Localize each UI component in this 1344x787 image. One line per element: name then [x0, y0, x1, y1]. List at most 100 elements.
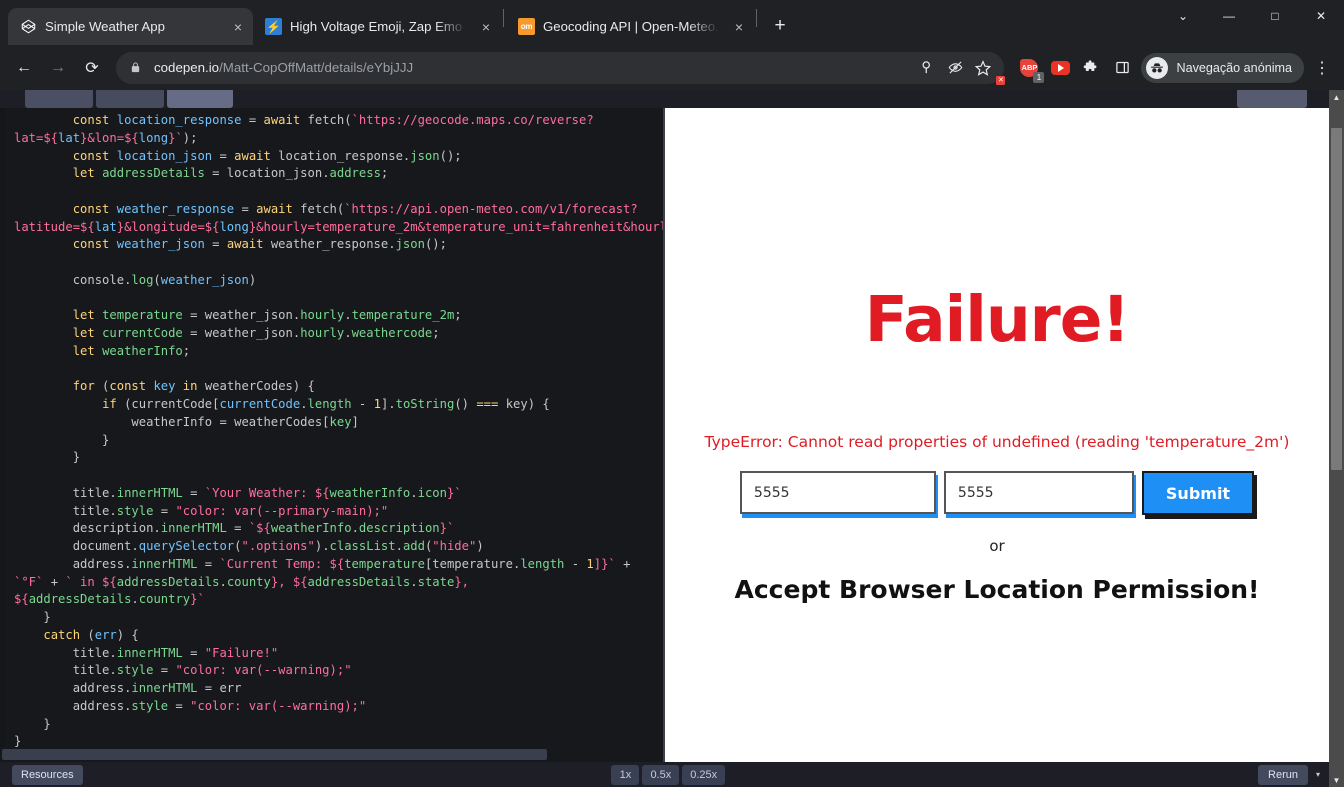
zoom-1x-button[interactable]: 1x [611, 764, 640, 785]
tab-close-icon[interactable]: × [475, 16, 497, 38]
code-editor-pane[interactable]: const location_response = await fetch(`h… [0, 108, 663, 762]
incognito-icon [1146, 56, 1169, 79]
code-line: let addressDetails = location_json.addre… [72, 166, 389, 181]
tab-strip: Simple Weather App × ⚡ High Voltage Emoj… [0, 0, 1344, 45]
code-line: document.querySelector(".options").class… [14, 539, 484, 553]
profile-incognito-button[interactable]: Navegação anónima [1141, 52, 1304, 83]
lock-icon[interactable] [130, 61, 144, 74]
browser-tab-simple-weather-app[interactable]: Simple Weather App × [8, 8, 253, 45]
code-line: weatherInfo = weatherCodes[key] [14, 414, 359, 429]
code-line: } [14, 450, 81, 465]
omnibox-actions: ✕ [908, 59, 1006, 85]
back-icon[interactable]: ← [8, 52, 40, 84]
codepen-icon [20, 18, 37, 35]
page-title: Failure! [864, 283, 1130, 356]
emoji-icon: ⚡ [265, 18, 282, 35]
url-domain: codepen.io [154, 60, 220, 75]
editor-tab-html[interactable] [25, 90, 93, 108]
code-line: if (currentCode[currentCode.length - 1].… [102, 397, 550, 411]
tab-close-icon[interactable]: × [227, 16, 249, 38]
maximize-icon[interactable]: □ [1252, 0, 1298, 32]
bookmark-star-icon[interactable] [974, 59, 992, 77]
url-path: /Matt-CopOffMatt/details/eYbjJJJ [219, 60, 414, 75]
profile-label: Navegação anónima [1176, 60, 1292, 75]
code-line: const location_response = await fetch(`h… [72, 113, 594, 127]
editor-tab-strip [0, 90, 1329, 108]
new-tab-button[interactable]: + [765, 11, 795, 41]
code-line: const location_json = await location_res… [72, 148, 462, 163]
submit-button[interactable]: Submit [1141, 471, 1255, 515]
editor-gutter [0, 108, 5, 762]
forward-icon[interactable]: → [42, 52, 74, 84]
editor-preview-split: const location_response = await fetch(`h… [0, 108, 1329, 762]
code-line: address.innerHTML = `Current Temp: ${tem… [14, 556, 631, 571]
code-line: } [14, 432, 110, 447]
rerun-button[interactable]: Rerun [1258, 764, 1308, 785]
browser-tab-high-voltage-emoji[interactable]: ⚡ High Voltage Emoji, Zap Emo × [253, 8, 501, 45]
location-form: Submit [739, 471, 1255, 515]
code-line: let temperature = weather_json.hourly.te… [72, 308, 462, 323]
rerun-group: Rerun ▾ [1258, 764, 1325, 785]
code-line: address.innerHTML = err [14, 681, 242, 695]
page-scrollbar-thumb[interactable] [1331, 128, 1342, 470]
page-viewport: const location_response = await fetch(`h… [0, 90, 1344, 787]
latitude-input[interactable] [739, 471, 936, 514]
minimize-icon[interactable]: — [1206, 0, 1252, 32]
tab-close-icon[interactable]: × [728, 16, 750, 38]
page-scrollbar[interactable]: ▲ ▼ [1329, 90, 1344, 787]
scroll-up-icon[interactable]: ▲ [1329, 90, 1344, 104]
reload-icon[interactable]: ⟳ [76, 52, 108, 84]
editor-tab-css[interactable] [96, 90, 164, 108]
zoom-0.25x-button[interactable]: 0.25x [682, 764, 726, 785]
cookie-blocked-icon[interactable]: ✕ [918, 59, 1006, 85]
extensions-bar: ABP 1 [1018, 57, 1133, 83]
code-line: address.style = "color: var(--warning);" [14, 698, 367, 713]
code-line: } [14, 716, 51, 731]
code-line: latitude=${lat}&longitude=${long}&hourly… [14, 219, 663, 234]
browser-tab-geocoding-api[interactable]: om Geocoding API | Open-Meteo.co × [506, 8, 754, 45]
longitude-input[interactable] [943, 471, 1134, 514]
tab-title: High Voltage Emoji, Zap Emo [290, 19, 463, 34]
browser-menu-icon[interactable]: ⋮ [1308, 52, 1336, 84]
code-line: let weatherInfo; [72, 343, 191, 358]
preview-zoom-group: 1x 0.5x 0.25x [611, 764, 726, 785]
close-window-icon[interactable]: ✕ [1298, 0, 1344, 32]
address-bar[interactable]: codepen.io/Matt-CopOffMatt/details/eYbjJ… [116, 51, 1006, 85]
side-panel-icon[interactable] [1111, 57, 1133, 79]
zoom-0.5x-button[interactable]: 0.5x [642, 764, 680, 785]
preview-pane: Failure! TypeError: Cannot read properti… [665, 108, 1329, 762]
browser-toolbar: ← → ⟳ codepen.io/Matt-CopOffMatt/details… [0, 45, 1344, 90]
youtube-extension-icon[interactable] [1049, 57, 1071, 79]
url-text: codepen.io/Matt-CopOffMatt/details/eYbjJ… [154, 60, 413, 75]
editor-tab-js[interactable] [167, 90, 233, 108]
code-line: ${addressDetails.country}` [14, 592, 205, 607]
code-line: const weather_json = await weather_respo… [72, 237, 447, 252]
code-line: for (const key in weatherCodes) { [72, 379, 315, 394]
extensions-puzzle-icon[interactable] [1080, 57, 1102, 79]
or-separator-label: or [989, 537, 1005, 555]
resources-button[interactable]: Resources [12, 764, 83, 785]
editor-bottom-bar: Resources 1x 0.5x 0.25x Rerun ▾ [0, 762, 1329, 787]
code-line: } [14, 610, 51, 624]
chevron-down-icon[interactable]: ▾ [1311, 767, 1325, 782]
tab-divider [503, 9, 504, 27]
code-hscrollbar-thumb[interactable] [2, 749, 547, 760]
code-line: title.innerHTML = "Failure!" [14, 645, 279, 660]
scroll-down-icon[interactable]: ▼ [1329, 773, 1344, 787]
code-line: `°F` + ` in ${addressDetails.county}, ${… [14, 574, 469, 589]
code-line: let currentCode = weather_json.hourly.we… [72, 326, 440, 340]
code-hscrollbar-track[interactable] [0, 747, 663, 762]
adblock-icon[interactable]: ABP 1 [1018, 57, 1045, 83]
error-message: TypeError: Cannot read properties of und… [704, 433, 1290, 451]
restore-down-icon[interactable]: ⌄ [1160, 0, 1206, 32]
adblock-badge-count: 1 [1033, 71, 1045, 83]
code-content: const location_response = await fetch(`h… [0, 108, 663, 751]
editor-toolbar-button[interactable] [1237, 90, 1307, 108]
eye-slash-icon[interactable] [946, 59, 964, 77]
code-line: catch (err) { [43, 627, 139, 642]
tab-title: Simple Weather App [45, 19, 165, 34]
